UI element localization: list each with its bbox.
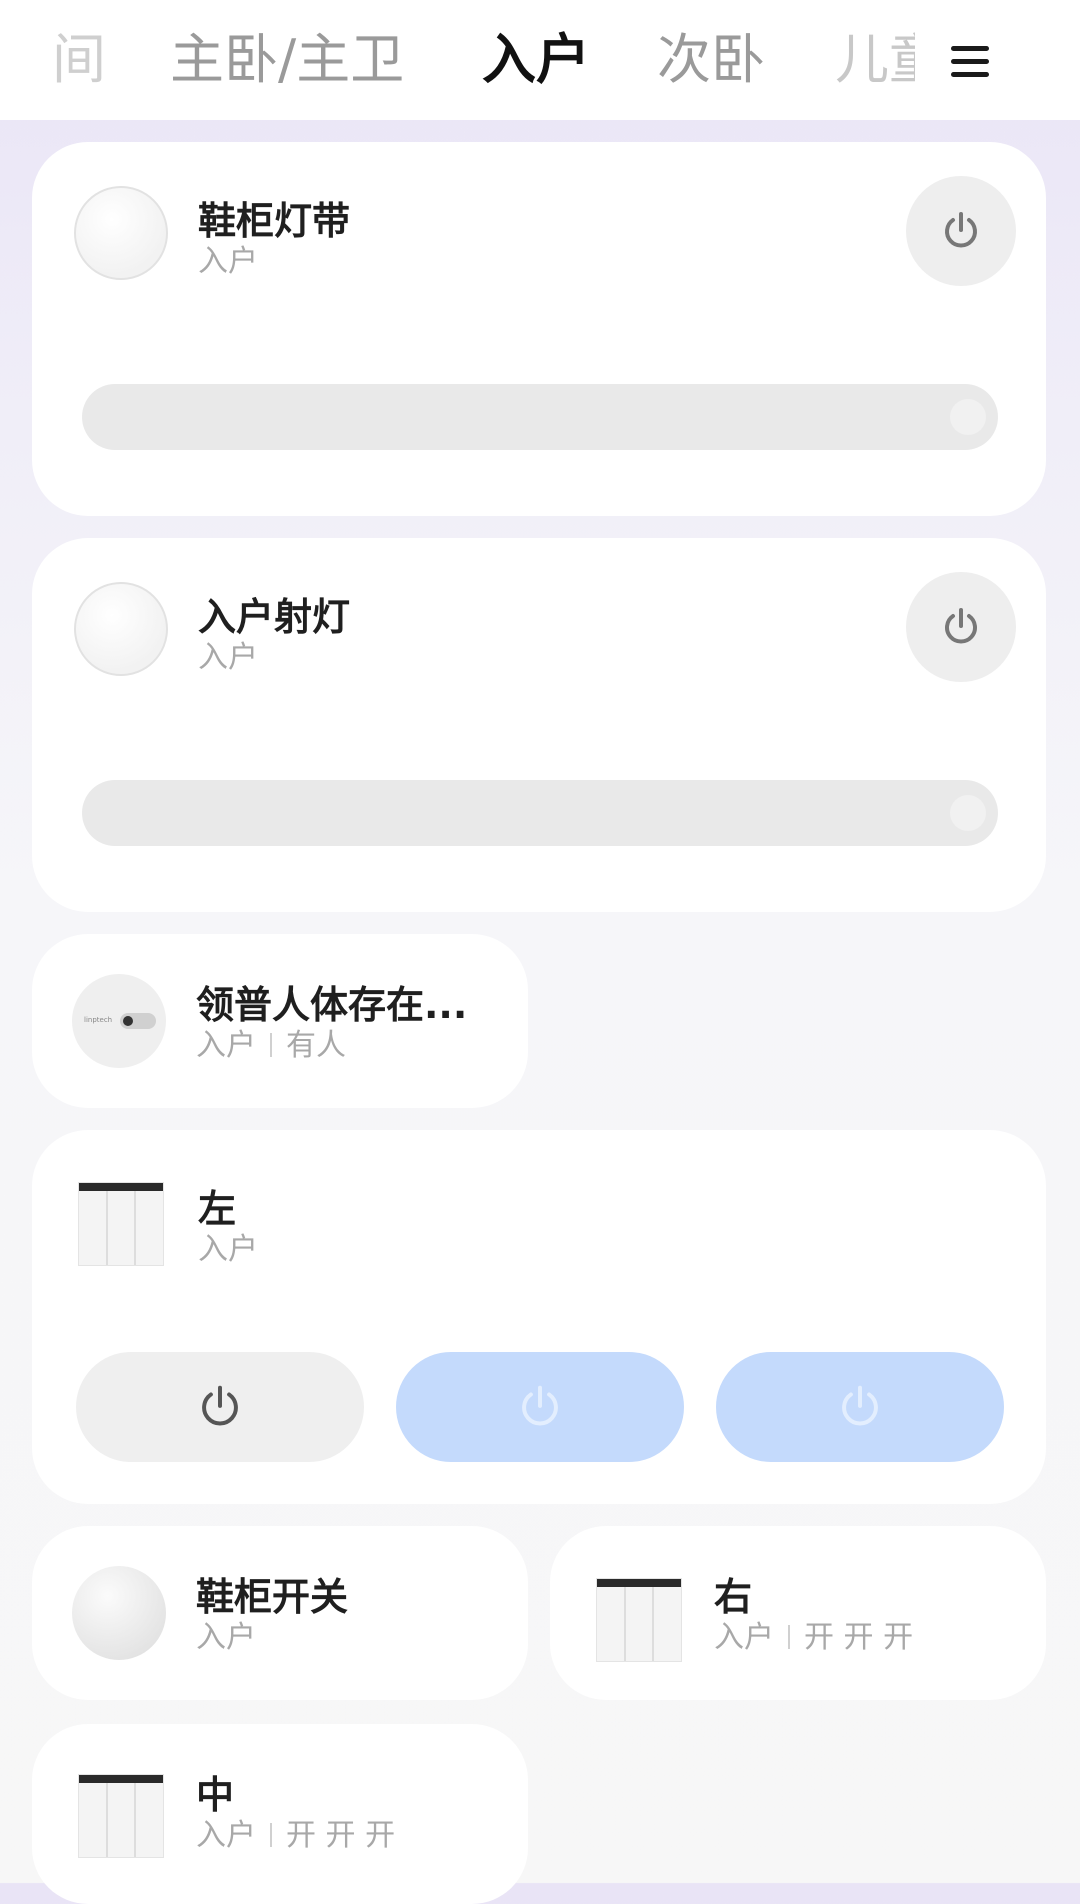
room-tab-bar: 间 主卧/主卫 入户 次卧 儿童 bbox=[0, 0, 1080, 120]
round-switch-icon bbox=[72, 1566, 166, 1660]
slider-knob[interactable] bbox=[950, 399, 986, 435]
device-card-switch-middle[interactable]: 中 入户开 开 开 bbox=[32, 1724, 528, 1904]
tab-entrance[interactable]: 入户 bbox=[482, 24, 590, 96]
light-bulb-icon bbox=[74, 186, 168, 280]
switch-button-1[interactable] bbox=[76, 1352, 364, 1462]
power-icon bbox=[842, 1385, 878, 1426]
device-card-switch-right[interactable]: 右 入户开 开 开 bbox=[550, 1526, 1046, 1700]
device-room-status: 入户 有人 bbox=[196, 1020, 346, 1064]
power-button[interactable] bbox=[906, 176, 1016, 286]
tab-kids-room[interactable]: 儿童 bbox=[835, 24, 915, 96]
device-status: 有人 bbox=[286, 1028, 346, 1063]
device-status: 开 开 开 bbox=[804, 1620, 914, 1655]
device-room: 入户 bbox=[714, 1620, 774, 1655]
separator bbox=[270, 1033, 272, 1057]
brightness-slider[interactable] bbox=[82, 384, 998, 450]
device-room: 入户 bbox=[198, 244, 258, 279]
device-card-shoe-cabinet-switch[interactable]: 鞋柜开关 入户 bbox=[32, 1526, 528, 1700]
device-room-status: 入户开 开 开 bbox=[714, 1612, 913, 1656]
device-card-shoe-cabinet-strip[interactable]: 鞋柜灯带 入户 bbox=[32, 142, 1046, 516]
light-bulb-icon bbox=[74, 582, 168, 676]
power-icon bbox=[202, 1385, 238, 1426]
power-icon bbox=[945, 212, 977, 248]
device-card-switch-left[interactable]: 左 入户 bbox=[32, 1130, 1046, 1504]
separator bbox=[788, 1625, 790, 1649]
slider-knob[interactable] bbox=[950, 795, 986, 831]
wall-switch-panel-icon bbox=[78, 1774, 164, 1858]
sensor-brand-label: linptech bbox=[84, 1016, 113, 1024]
device-card-presence-sensor[interactable]: linptech 领普人体存在... 入户 有人 bbox=[32, 934, 528, 1108]
power-icon bbox=[945, 608, 977, 644]
device-room: 入户 bbox=[198, 640, 258, 675]
hamburger-menu-icon[interactable] bbox=[945, 42, 997, 82]
presence-sensor-icon: linptech bbox=[72, 974, 166, 1068]
device-status: 开 开 开 bbox=[286, 1818, 396, 1853]
device-room-status: 入户开 开 开 bbox=[196, 1810, 395, 1854]
brightness-slider[interactable] bbox=[82, 780, 998, 846]
device-room: 入户 bbox=[198, 1232, 258, 1267]
device-card-entrance-spotlight[interactable]: 入户射灯 入户 bbox=[32, 538, 1046, 912]
device-room: 入户 bbox=[196, 1818, 256, 1853]
wall-switch-panel-icon bbox=[78, 1182, 164, 1266]
tab-partial-left[interactable]: 间 bbox=[52, 24, 106, 96]
wall-switch-panel-icon bbox=[596, 1578, 682, 1662]
device-room: 入户 bbox=[196, 1028, 256, 1063]
switch-button-3[interactable] bbox=[716, 1352, 1004, 1462]
tab-second-bedroom[interactable]: 次卧 bbox=[657, 24, 765, 96]
power-button[interactable] bbox=[906, 572, 1016, 682]
tab-master-bedroom[interactable]: 主卧/主卫 bbox=[170, 24, 404, 96]
separator bbox=[270, 1823, 272, 1847]
device-room: 入户 bbox=[196, 1620, 256, 1655]
switch-button-2[interactable] bbox=[396, 1352, 684, 1462]
power-icon bbox=[522, 1385, 558, 1426]
